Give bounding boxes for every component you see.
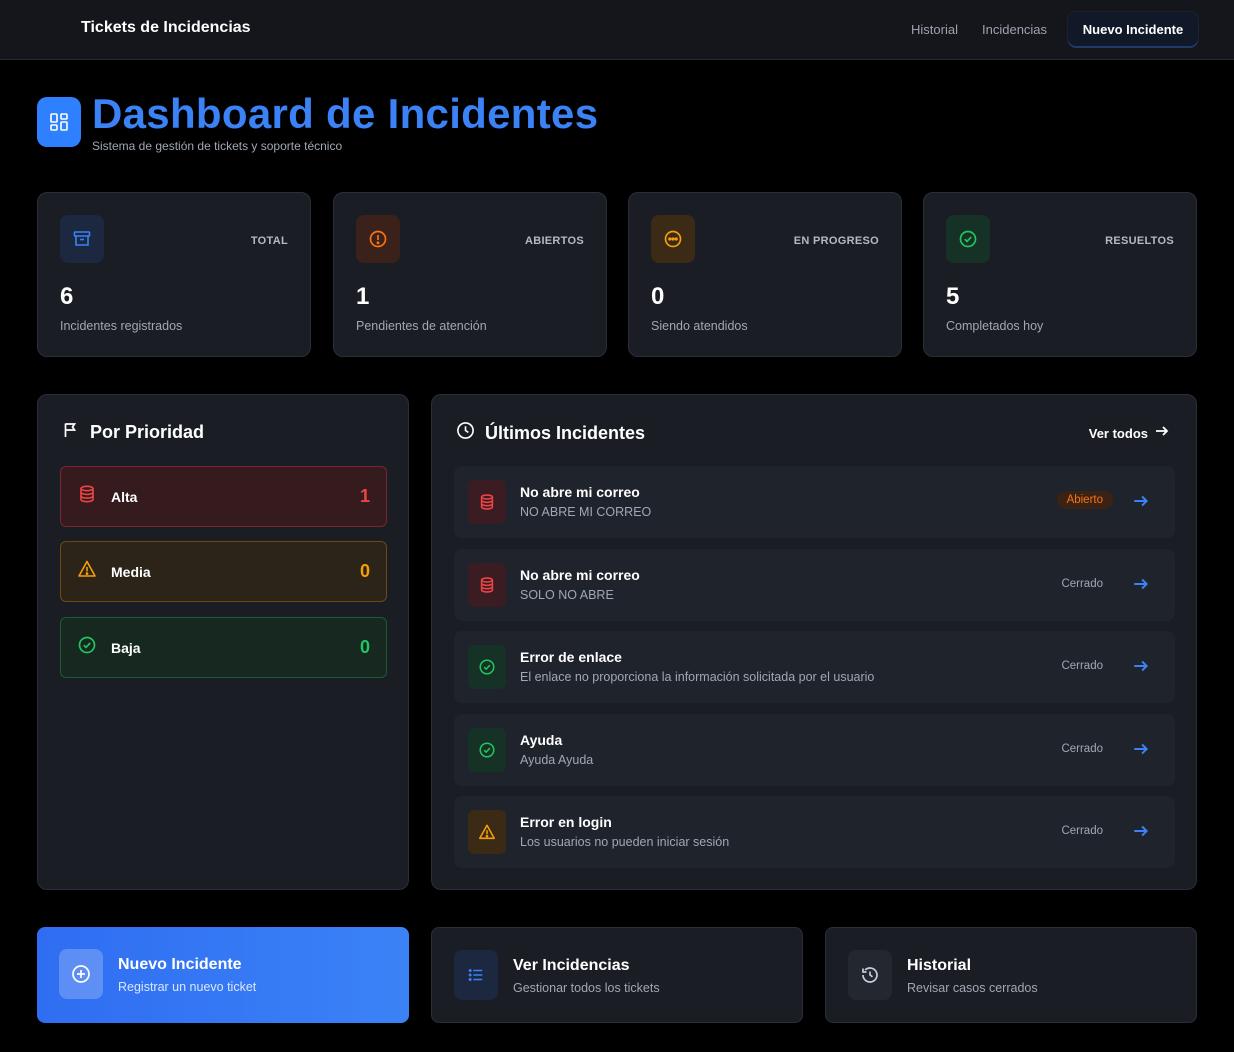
arrow-right-icon[interactable] <box>1131 655 1151 677</box>
arrow-right-icon[interactable] <box>1131 738 1151 760</box>
action-description: Revisar casos cerrados <box>907 981 1038 995</box>
check-circle-icon <box>77 635 97 660</box>
stat-value: 0 <box>651 283 665 310</box>
priority-label: Media <box>111 563 151 580</box>
priority-count: 0 <box>359 561 370 581</box>
dots-circle-icon <box>651 215 695 263</box>
incident-title: No abre mi correo <box>520 484 640 500</box>
recent-incidents-panel: Últimos Incidentes Ver todos No abre mi … <box>431 394 1197 890</box>
arrow-right-icon[interactable] <box>1131 820 1151 842</box>
stat-card-open: ABIERTOS 1 Pendientes de atención <box>333 192 607 357</box>
stat-value: 1 <box>356 283 370 310</box>
action-title: Historial <box>907 957 972 974</box>
priority-panel-header: Por Prioridad <box>62 421 204 444</box>
incident-title: Error en login <box>520 814 612 830</box>
flag-icon <box>62 421 80 444</box>
priority-row-baja[interactable]: Baja 0 <box>60 617 387 678</box>
incident-row[interactable]: Ayuda Ayuda Ayuda Cerrado <box>454 714 1175 786</box>
archive-icon <box>60 215 104 263</box>
incident-description: El enlace no proporciona la información … <box>520 670 875 684</box>
action-description: Gestionar todos los tickets <box>513 981 660 995</box>
status-badge: Cerrado <box>1061 825 1103 837</box>
incident-description: Ayuda Ayuda <box>520 753 594 767</box>
incident-description: Los usuarios no pueden iniciar sesión <box>520 835 730 849</box>
view-incidents-action-card[interactable]: Ver Incidencias Gestionar todos los tick… <box>431 927 803 1023</box>
incident-title: No abre mi correo <box>520 567 640 583</box>
recent-panel-header: Últimos Incidentes <box>456 421 645 445</box>
history-icon <box>848 950 892 1000</box>
incident-title: Error de enlace <box>520 649 622 665</box>
priority-label: Alta <box>111 488 138 505</box>
clock-icon <box>456 421 475 445</box>
priority-panel-title: Por Prioridad <box>90 422 205 442</box>
stat-description: Incidentes registrados <box>60 319 183 333</box>
stat-label: RESUELTOS <box>1105 235 1174 247</box>
stat-card-in-progress: EN PROGRESO 0 Siendo atendidos <box>628 192 902 357</box>
stat-value: 5 <box>946 283 960 310</box>
arrow-right-icon <box>1154 423 1170 444</box>
arrow-right-icon[interactable] <box>1131 573 1151 595</box>
stat-card-resolved: RESUELTOS 5 Completados hoy <box>923 192 1197 357</box>
priority-count: 1 <box>359 486 370 506</box>
recent-panel-title: Últimos Incidentes <box>485 422 646 443</box>
priority-panel: Por Prioridad Alta 1 Media 0 Baja 0 <box>37 394 409 890</box>
priority-row-alta[interactable]: Alta 1 <box>60 466 387 527</box>
new-incident-action-card[interactable]: Nuevo Incidente Registrar un nuevo ticke… <box>37 927 409 1023</box>
status-badge: Cerrado <box>1061 743 1103 755</box>
incident-description: SOLO NO ABRE <box>520 588 614 602</box>
stat-label: EN PROGRESO <box>793 235 879 247</box>
dashboard-grid-icon <box>37 97 81 147</box>
priority-row-media[interactable]: Media 0 <box>60 541 387 602</box>
action-title: Nuevo Incidente <box>118 956 242 973</box>
history-action-card[interactable]: Historial Revisar casos cerrados <box>825 927 1197 1023</box>
stat-description: Pendientes de atención <box>356 319 487 333</box>
stat-card-total: TOTAL 6 Incidentes registrados <box>37 192 311 357</box>
status-badge: Cerrado <box>1061 660 1103 672</box>
nav-link-incidencias[interactable]: Incidencias <box>982 22 1047 37</box>
page-title: Dashboard de Incidentes <box>92 90 599 137</box>
database-icon <box>468 563 506 607</box>
arrow-right-icon[interactable] <box>1131 490 1151 512</box>
database-icon <box>77 484 97 509</box>
check-circle-icon <box>946 215 990 263</box>
warning-triangle-icon <box>77 559 97 584</box>
list-icon <box>454 950 498 1000</box>
warning-triangle-icon <box>468 810 506 854</box>
stat-label: ABIERTOS <box>524 235 584 247</box>
brand-title[interactable]: Tickets de Incidencias <box>81 19 251 37</box>
database-icon <box>468 480 506 524</box>
action-description: Registrar un nuevo ticket <box>118 980 257 994</box>
check-circle-icon <box>468 645 506 689</box>
stat-label: TOTAL <box>250 235 288 247</box>
stat-description: Siendo atendidos <box>651 319 748 333</box>
nav-link-historial[interactable]: Historial <box>911 22 958 37</box>
view-all-label: Ver todos <box>1088 426 1148 441</box>
status-badge: Cerrado <box>1061 578 1103 590</box>
stat-value: 6 <box>60 283 74 310</box>
nav-new-incident-button[interactable]: Nuevo Incidente <box>1068 12 1198 46</box>
top-navbar: Tickets de Incidencias Historial Inciden… <box>0 0 1234 60</box>
stat-description: Completados hoy <box>946 319 1044 333</box>
alert-circle-icon <box>356 215 400 263</box>
status-badge: Abierto <box>1056 491 1113 509</box>
priority-count: 0 <box>359 637 370 657</box>
incident-row[interactable]: Error en login Los usuarios no pueden in… <box>454 796 1175 868</box>
view-all-link[interactable]: Ver todos <box>1089 423 1170 444</box>
priority-label: Baja <box>111 639 141 656</box>
plus-circle-icon <box>59 949 103 999</box>
incident-row[interactable]: Error de enlace El enlace no proporciona… <box>454 631 1175 703</box>
incident-row[interactable]: No abre mi correo SOLO NO ABRE Cerrado <box>454 549 1175 621</box>
check-circle-icon <box>468 728 506 772</box>
page-subtitle: Sistema de gestión de tickets y soporte … <box>92 139 343 153</box>
incident-title: Ayuda <box>520 732 563 748</box>
incident-row[interactable]: No abre mi correo NO ABRE MI CORREO Abie… <box>454 466 1175 538</box>
incident-description: NO ABRE MI CORREO <box>520 505 652 519</box>
action-title: Ver Incidencias <box>513 957 630 974</box>
